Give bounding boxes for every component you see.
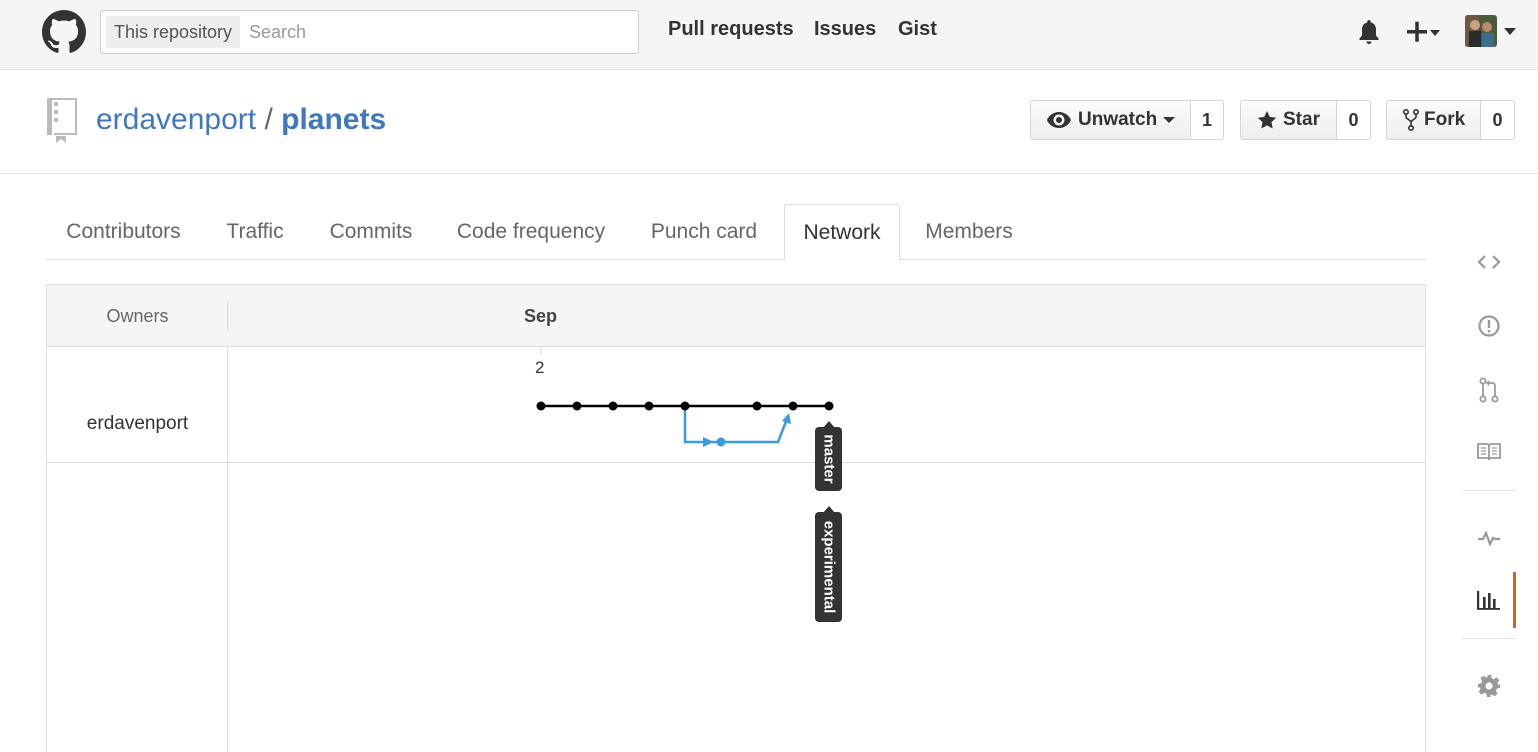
repo-icon — [47, 98, 77, 143]
star-button[interactable]: Star — [1240, 100, 1337, 140]
sidebar-divider — [1462, 490, 1516, 491]
unwatch-label: Unwatch — [1078, 109, 1158, 130]
commit-dot[interactable] — [572, 401, 582, 411]
branch-label-experimental[interactable]: experimental — [815, 506, 842, 622]
fork-button[interactable]: Fork — [1386, 100, 1481, 140]
fork-count[interactable]: 0 — [1481, 100, 1515, 140]
commit-dot[interactable] — [680, 401, 690, 411]
avatar[interactable] — [1465, 15, 1497, 47]
tab-members[interactable]: Members — [912, 204, 1026, 260]
repo-name-link[interactable]: planets — [281, 103, 386, 136]
star-label: Star — [1283, 109, 1320, 130]
sidebar-item-code[interactable] — [1462, 234, 1516, 290]
network-graph-canvas — [536, 347, 834, 447]
wiki-icon — [1477, 443, 1501, 461]
commit-dot[interactable] — [608, 401, 618, 411]
repo-sidebar — [1462, 232, 1516, 752]
branch-arrow-icon — [703, 437, 714, 447]
repo-owner-link[interactable]: erdavenport — [96, 103, 256, 136]
sidebar-divider — [1462, 638, 1516, 639]
plus-icon[interactable] — [1405, 19, 1445, 45]
repo-header: erdavenport / planets Unwatch 1 Star 0 F… — [0, 70, 1538, 174]
search-box: This repository — [100, 10, 639, 54]
tab-punch-card[interactable]: Punch card — [636, 204, 772, 260]
sidebar-item-pulse[interactable] — [1462, 510, 1516, 566]
code-icon — [1477, 255, 1501, 269]
commit-dot[interactable] — [788, 401, 798, 411]
commit-dot[interactable] — [824, 401, 834, 411]
tab-traffic[interactable]: Traffic — [209, 204, 301, 260]
watch-count[interactable]: 1 — [1191, 100, 1224, 140]
branch-label-master[interactable]: master — [815, 421, 842, 491]
graph-tabs: Contributors Traffic Commits Code freque… — [46, 204, 1426, 261]
search-input[interactable] — [249, 16, 629, 48]
tab-contributors[interactable]: Contributors — [46, 204, 201, 260]
sidebar-item-issues[interactable] — [1462, 298, 1516, 354]
unwatch-button[interactable]: Unwatch — [1030, 100, 1191, 140]
experimental-merge-line — [721, 418, 789, 444]
top-header: This repository Pull requests Issues Gis… — [0, 0, 1538, 70]
nav-issues[interactable]: Issues — [814, 18, 876, 41]
fork-icon — [1403, 109, 1419, 131]
commit-dot[interactable] — [716, 437, 726, 447]
sidebar-item-wiki[interactable] — [1462, 424, 1516, 480]
tab-code-frequency[interactable]: Code frequency — [442, 204, 620, 260]
commit-dot[interactable] — [644, 401, 654, 411]
graphs-icon — [1476, 591, 1500, 610]
star-count[interactable]: 0 — [1337, 100, 1371, 140]
pull-request-icon — [1479, 377, 1499, 403]
star-icon — [1257, 111, 1277, 129]
chevron-down-icon[interactable] — [1503, 27, 1517, 37]
merge-arrow-icon — [782, 413, 791, 424]
search-scope-label: This repository — [106, 16, 241, 48]
sidebar-item-pull-requests[interactable] — [1462, 362, 1516, 418]
branch-label-text: master — [820, 434, 837, 484]
network-graph[interactable]: Owners Sep erdavenport 2 master experime… — [46, 284, 1426, 752]
bell-icon[interactable] — [1357, 19, 1381, 45]
fork-label: Fork — [1424, 109, 1466, 130]
repo-title-separator: / — [264, 103, 273, 136]
nav-gist[interactable]: Gist — [898, 18, 937, 41]
issues-icon — [1478, 315, 1500, 337]
tab-commits[interactable]: Commits — [314, 204, 428, 260]
commit-dot[interactable] — [536, 401, 546, 411]
sidebar-item-graphs[interactable] — [1462, 572, 1516, 628]
pulse-icon — [1478, 530, 1500, 546]
sidebar-item-settings[interactable] — [1462, 658, 1516, 714]
chevron-down-icon — [1163, 117, 1176, 123]
gear-icon — [1478, 675, 1500, 697]
eye-icon — [1047, 112, 1071, 128]
github-logo-icon[interactable] — [42, 10, 86, 54]
tab-network[interactable]: Network — [784, 204, 900, 261]
nav-pull-requests[interactable]: Pull requests — [668, 18, 794, 41]
experimental-branch-out — [683, 406, 719, 444]
commit-dot[interactable] — [752, 401, 762, 411]
branch-label-text: experimental — [820, 520, 837, 614]
repo-title: erdavenport / planets — [96, 103, 386, 137]
